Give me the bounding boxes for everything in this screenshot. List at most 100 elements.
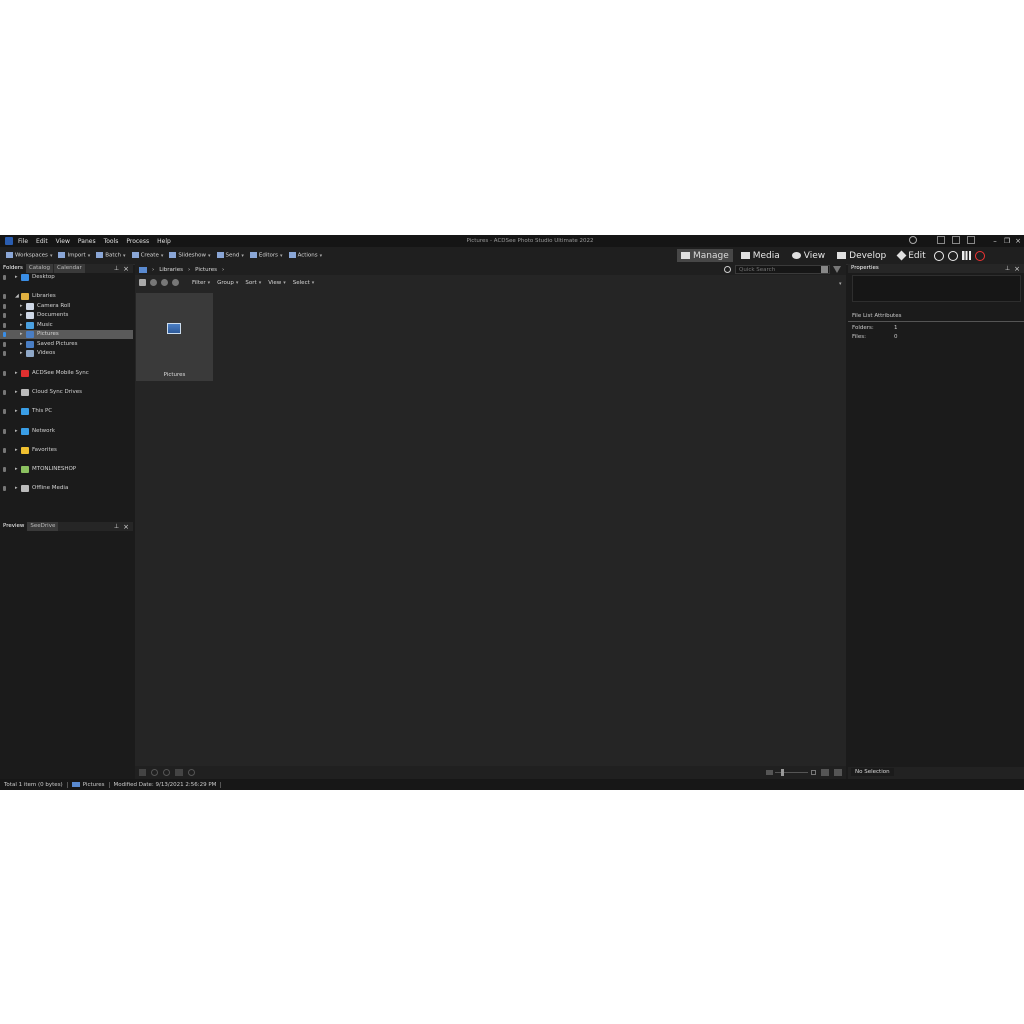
breadcrumb-libraries[interactable]: Libraries — [159, 267, 183, 273]
expand-arrow-icon[interactable]: ▸ — [20, 330, 23, 339]
quick-search-input[interactable] — [736, 266, 822, 274]
refresh-icon[interactable] — [724, 266, 731, 273]
menu-edit[interactable]: Edit — [36, 238, 48, 245]
360-icon[interactable] — [947, 250, 958, 261]
tab-seedrive[interactable]: SeeDrive — [27, 522, 59, 531]
close-icon[interactable]: × — [1013, 235, 1023, 247]
import-button[interactable]: Import ▾ — [58, 252, 90, 259]
app-logo-icon[interactable] — [5, 237, 13, 245]
list-view-icon[interactable] — [834, 769, 842, 776]
zoom-slider[interactable] — [775, 772, 808, 773]
menu-process[interactable]: Process — [126, 238, 149, 245]
thumbnail-view-icon[interactable] — [821, 769, 829, 776]
sort-menu[interactable]: Sort ▾ — [245, 280, 261, 286]
filter-menu[interactable]: Filter ▾ — [192, 280, 210, 286]
user-account-icon[interactable] — [909, 236, 917, 244]
search-dropdown-icon[interactable] — [821, 266, 828, 273]
group-menu[interactable]: Group ▾ — [217, 280, 238, 286]
dashboard-icon[interactable] — [961, 251, 971, 260]
mode-view[interactable]: View — [788, 249, 829, 262]
expand-arrow-icon[interactable]: ◢ — [15, 292, 19, 301]
batch-button[interactable]: Batch ▾ — [96, 252, 126, 259]
save-icon[interactable] — [139, 769, 146, 776]
play-icon[interactable] — [188, 769, 195, 776]
tree-item[interactable]: ▸ Videos — [0, 349, 133, 358]
tree-item[interactable]: ▸ Pictures — [0, 330, 133, 339]
view-menu[interactable]: View ▾ — [268, 280, 286, 286]
online-icon[interactable] — [933, 250, 944, 261]
tab-calendar[interactable]: Calendar — [54, 264, 85, 273]
pin-icon[interactable]: ⊥ — [114, 265, 119, 272]
home-icon[interactable] — [139, 279, 146, 286]
mode-media[interactable]: Media — [737, 249, 784, 262]
workspaces-button[interactable]: Workspaces ▾ — [6, 252, 52, 259]
layout-right-icon[interactable] — [967, 236, 975, 244]
menu-panes[interactable]: Panes — [78, 238, 96, 245]
pin-icon[interactable]: ⊥ — [114, 523, 119, 530]
expand-arrow-icon[interactable]: ▸ — [15, 484, 18, 493]
close-pane-icon[interactable]: × — [123, 265, 129, 273]
tree-item[interactable]: ▸ MTONLINESHOP — [0, 465, 133, 474]
tree-item[interactable]: ▸ This PC — [0, 407, 133, 416]
expand-arrow-icon[interactable]: ▸ — [20, 340, 23, 349]
expand-arrow-icon[interactable]: ▸ — [15, 427, 18, 436]
minimize-icon[interactable]: – — [990, 235, 1000, 247]
layout-bottom-icon[interactable] — [952, 236, 960, 244]
expand-arrow-icon[interactable]: ▸ — [15, 273, 18, 282]
no-selection-tab[interactable]: No Selection — [851, 768, 894, 776]
layout-left-icon[interactable] — [937, 236, 945, 244]
menu-file[interactable]: File — [18, 238, 28, 245]
expand-arrow-icon[interactable]: ▸ — [15, 465, 18, 474]
notification-icon[interactable] — [974, 250, 985, 261]
options-chevron-icon[interactable]: ▾ — [839, 281, 842, 287]
create-button[interactable]: Create ▾ — [131, 252, 163, 259]
menu-tools[interactable]: Tools — [104, 238, 119, 245]
zoom-in-icon[interactable] — [811, 770, 816, 775]
zoom-out-icon[interactable] — [766, 770, 773, 775]
tree-item[interactable]: ▸ Favorites — [0, 446, 133, 455]
tree-item[interactable]: ▸ Offline Media — [0, 484, 133, 493]
tab-preview[interactable]: Preview — [0, 522, 28, 531]
tree-item[interactable]: ◢ Libraries — [0, 292, 133, 301]
rotate-right-icon[interactable] — [163, 769, 170, 776]
forward-icon[interactable] — [161, 279, 168, 286]
tree-item[interactable]: ▸ Camera Roll — [0, 302, 133, 311]
expand-arrow-icon[interactable]: ▸ — [20, 349, 23, 358]
zoom-slider-handle[interactable] — [781, 769, 784, 776]
mode-develop[interactable]: Develop — [833, 249, 890, 262]
close-pane-icon[interactable]: × — [1014, 265, 1020, 273]
expand-arrow-icon[interactable]: ▸ — [15, 388, 18, 397]
tree-item[interactable]: ▸ Network — [0, 427, 133, 436]
menu-view[interactable]: View — [56, 238, 70, 245]
slideshow-button[interactable]: Slideshow ▾ — [169, 252, 211, 259]
expand-arrow-icon[interactable]: ▸ — [15, 369, 18, 378]
send-button[interactable]: Send ▾ — [216, 252, 244, 259]
tree-item[interactable]: ▸ ACDSee Mobile Sync — [0, 369, 133, 378]
expand-arrow-icon[interactable]: ▸ — [20, 311, 23, 320]
mode-edit[interactable]: Edit — [894, 249, 929, 262]
expand-arrow-icon[interactable]: ▸ — [15, 446, 18, 455]
thumbnail-pictures-folder[interactable]: Pictures — [136, 293, 213, 381]
pin-icon[interactable]: ⊥ — [1005, 265, 1010, 272]
tab-folders[interactable]: Folders — [0, 264, 26, 273]
filter-icon[interactable] — [833, 266, 841, 273]
select-menu[interactable]: Select ▾ — [293, 280, 314, 286]
tree-item[interactable]: ▸ Desktop — [0, 273, 133, 282]
back-icon[interactable] — [150, 279, 157, 286]
rotate-left-icon[interactable] — [151, 769, 158, 776]
up-icon[interactable] — [172, 279, 179, 286]
menu-help[interactable]: Help — [157, 238, 171, 245]
close-pane-icon[interactable]: × — [123, 523, 129, 531]
tree-item[interactable]: ▸ Documents — [0, 311, 133, 320]
editors-button[interactable]: Editors ▾ — [249, 252, 283, 259]
tree-item[interactable]: ▸ Music — [0, 321, 133, 330]
tab-catalog[interactable]: Catalog — [25, 264, 53, 273]
tree-item[interactable]: ▸ Cloud Sync Drives — [0, 388, 133, 397]
breadcrumb-pictures[interactable]: Pictures — [195, 267, 217, 273]
expand-arrow-icon[interactable]: ▸ — [20, 321, 23, 330]
actions-button[interactable]: Actions ▾ — [288, 252, 322, 259]
restore-icon[interactable]: ❐ — [1002, 235, 1012, 247]
compare-icon[interactable] — [175, 769, 183, 776]
expand-arrow-icon[interactable]: ▸ — [20, 302, 23, 311]
mode-manage[interactable]: Manage — [677, 249, 733, 262]
